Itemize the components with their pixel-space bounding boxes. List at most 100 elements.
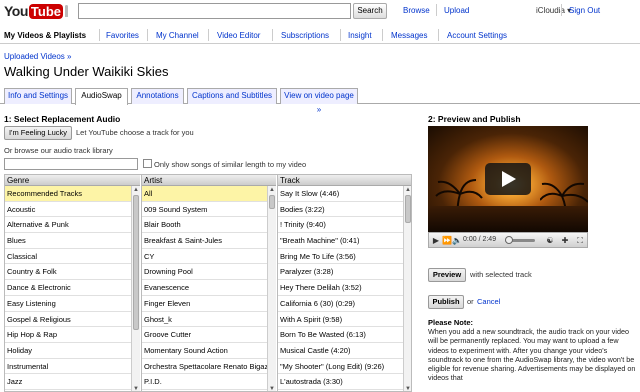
- fullscreen-icon[interactable]: ⛶: [575, 234, 585, 247]
- artist-item[interactable]: All: [142, 186, 276, 202]
- genre-header: Genre: [5, 175, 140, 186]
- scroll-down-icon[interactable]: ▼: [132, 385, 140, 391]
- genre-item[interactable]: Blues: [5, 233, 140, 249]
- player-controls: ▶ ⏩ 🔈 0:00 / 2:49 ☯ ✚ ⛶: [428, 232, 588, 248]
- share-icon[interactable]: ☯: [545, 234, 555, 247]
- expand-icon[interactable]: ✚: [560, 234, 570, 247]
- scroll-down-icon[interactable]: ▼: [268, 385, 276, 391]
- genre-item[interactable]: Recommended Tracks: [5, 186, 140, 202]
- artist-item[interactable]: Breakfast & Saint-Jules: [142, 233, 276, 249]
- track-item[interactable]: Paralyzer (3:28): [278, 264, 411, 281]
- artist-item[interactable]: P.I.D.: [142, 374, 276, 390]
- track-item[interactable]: Born To Be Wasted (6:13): [278, 327, 411, 343]
- track-item[interactable]: Say It Slow (4:46): [278, 186, 411, 202]
- divider: [436, 4, 437, 16]
- genre-item[interactable]: Dance & Electronic: [5, 280, 140, 296]
- logo-you: You: [4, 3, 28, 19]
- volume-icon[interactable]: 🔈: [452, 234, 462, 247]
- genre-item[interactable]: Easy Listening: [5, 296, 140, 312]
- nav-my-videos[interactable]: My Videos & Playlists: [4, 31, 86, 40]
- genre-item[interactable]: Acoustic: [5, 202, 140, 218]
- play-overlay-icon[interactable]: [485, 163, 531, 195]
- divider: [382, 29, 383, 41]
- next-icon[interactable]: ⏩: [442, 234, 452, 247]
- cancel-link[interactable]: Cancel: [477, 297, 500, 306]
- scroll-up-icon[interactable]: ▲: [132, 186, 140, 194]
- tab-annotations[interactable]: Annotations: [131, 88, 184, 104]
- artist-item[interactable]: Blair Booth: [142, 217, 276, 234]
- nav-video-editor[interactable]: Video Editor: [217, 31, 260, 40]
- horizon: [428, 206, 588, 232]
- nav-my-channel[interactable]: My Channel: [156, 31, 199, 40]
- nav-account-settings[interactable]: Account Settings: [447, 31, 507, 40]
- browse-library-text: Or browse our audio track library: [4, 146, 113, 155]
- track-filter-input[interactable]: [4, 158, 138, 170]
- track-item[interactable]: Musical Castle (4:20): [278, 343, 411, 359]
- track-item[interactable]: Hey There Delilah (3:52): [278, 280, 411, 296]
- genre-item[interactable]: Classical: [5, 249, 140, 265]
- tab-view-on-video-page[interactable]: View on video page »: [280, 88, 358, 114]
- scroll-thumb[interactable]: [269, 195, 275, 209]
- tab-audioswap[interactable]: AudioSwap: [75, 88, 128, 105]
- publish-button[interactable]: Publish: [428, 295, 464, 309]
- track-item[interactable]: "My Shooter" (Long Edit) (9:26): [278, 359, 411, 375]
- artist-item[interactable]: Ghost_k: [142, 312, 276, 328]
- search-button[interactable]: Search: [353, 3, 387, 19]
- artist-scrollbar[interactable]: ▲ ▼: [267, 186, 276, 391]
- track-item[interactable]: Bodies (3:22): [278, 202, 411, 218]
- browse-link[interactable]: Browse: [403, 6, 430, 15]
- track-item[interactable]: California 6 (30) (0:29): [278, 296, 411, 312]
- progress-handle[interactable]: [505, 236, 513, 244]
- scroll-up-icon[interactable]: ▲: [404, 186, 411, 194]
- artist-column: Artist All 009 Sound System Blair Booth Bre…: [141, 175, 276, 391]
- scroll-up-icon[interactable]: ▲: [268, 186, 276, 194]
- artist-item[interactable]: Groove Cutter: [142, 327, 276, 343]
- track-item[interactable]: ! Trinity (9:40): [278, 217, 411, 234]
- track-item[interactable]: With A Spirit (9:58): [278, 312, 411, 328]
- track-item[interactable]: Bring Me To Life (3:56): [278, 249, 411, 265]
- genre-item[interactable]: Instrumental: [5, 359, 140, 375]
- logo-tube: Tube: [28, 3, 63, 19]
- preview-description: with selected track: [470, 270, 532, 279]
- genre-item[interactable]: Alternative & Punk: [5, 217, 140, 234]
- similar-length-checkbox[interactable]: [143, 159, 152, 168]
- video-player[interactable]: [428, 126, 588, 232]
- artist-item[interactable]: 009 Sound System: [142, 202, 276, 218]
- artist-item[interactable]: Evanescence: [142, 280, 276, 296]
- tab-captions-and-subtitles[interactable]: Captions and Subtitles: [187, 88, 277, 104]
- scroll-thumb[interactable]: [405, 195, 411, 223]
- nav-favorites[interactable]: Favorites: [106, 31, 139, 40]
- divider: [147, 29, 148, 41]
- preview-button[interactable]: Preview: [428, 268, 466, 282]
- breadcrumb[interactable]: Uploaded Videos »: [4, 52, 71, 61]
- nav-insight[interactable]: Insight: [348, 31, 372, 40]
- genre-item[interactable]: Gospel & Religious: [5, 312, 140, 328]
- artist-item[interactable]: Drowning Pool: [142, 264, 276, 281]
- nav-subscriptions[interactable]: Subscriptions: [281, 31, 329, 40]
- scroll-down-icon[interactable]: ▼: [404, 385, 411, 391]
- play-icon[interactable]: ▶: [431, 234, 441, 247]
- youtube-logo[interactable]: You Tube: [4, 1, 68, 21]
- scroll-thumb[interactable]: [133, 195, 139, 330]
- genre-item[interactable]: Hip Hop & Rap: [5, 327, 140, 343]
- genre-scrollbar[interactable]: ▲ ▼: [131, 186, 140, 391]
- track-item[interactable]: L'autostrada (3:30): [278, 374, 411, 390]
- track-scrollbar[interactable]: ▲ ▼: [403, 186, 411, 391]
- genre-item[interactable]: Country & Folk: [5, 264, 140, 281]
- feeling-lucky-button[interactable]: I'm Feeling Lucky: [4, 126, 72, 140]
- artist-item[interactable]: CY: [142, 249, 276, 265]
- nav-messages[interactable]: Messages: [391, 31, 427, 40]
- artist-item[interactable]: Momentary Sound Action: [142, 343, 276, 359]
- track-item[interactable]: "Breath Machine" (0:41): [278, 233, 411, 249]
- tab-info-and-settings[interactable]: Info and Settings: [4, 88, 72, 104]
- genre-item[interactable]: Jazz: [5, 374, 140, 390]
- upload-link[interactable]: Upload: [444, 6, 469, 15]
- feeling-lucky-description: Let YouTube choose a track for you: [76, 128, 194, 137]
- sign-out-link[interactable]: Sign Out: [569, 6, 600, 15]
- artist-item[interactable]: Finger Eleven: [142, 296, 276, 312]
- search-input[interactable]: [78, 3, 351, 19]
- genre-item[interactable]: Holiday: [5, 343, 140, 359]
- artist-item[interactable]: Orchestra Spettacolare Renato Bigazzi: [142, 359, 276, 375]
- genre-list: Recommended Tracks Acoustic Alternative & …: [5, 186, 140, 391]
- user-menu[interactable]: iCloudia ▾: [536, 6, 571, 15]
